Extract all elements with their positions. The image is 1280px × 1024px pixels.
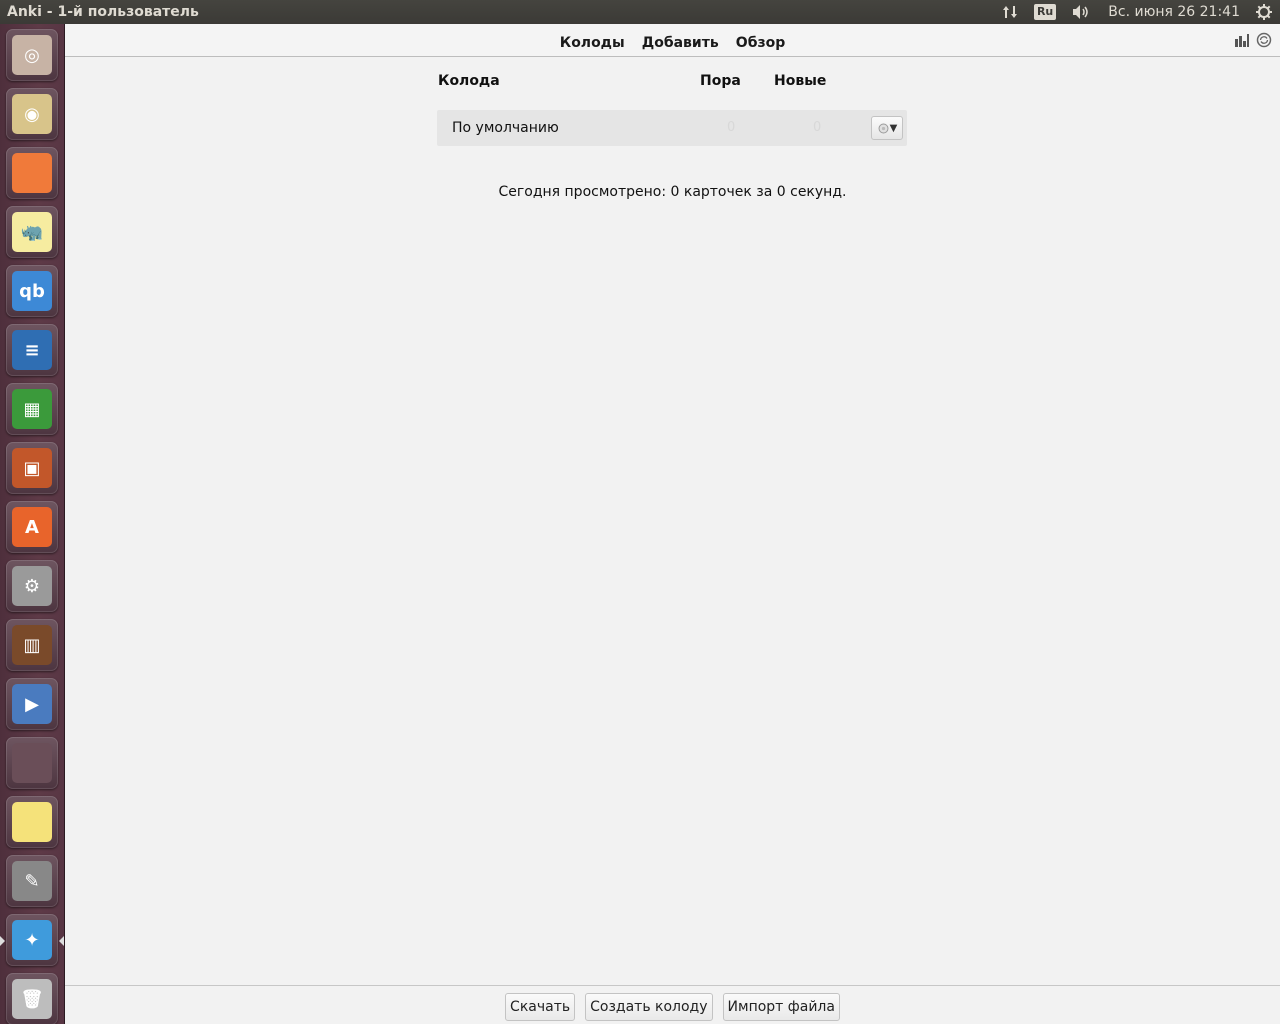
libreoffice-calc-icon[interactable]: ▦ bbox=[6, 383, 58, 435]
keyboard-layout-icon[interactable]: Ru bbox=[1026, 0, 1064, 24]
libreoffice-impress-icon[interactable]: ▣ bbox=[6, 442, 58, 494]
files-folder-icon[interactable] bbox=[6, 147, 58, 199]
keyboard-layout-label: Ru bbox=[1033, 4, 1057, 20]
study-stats-text: Сегодня просмотрено: 0 карточек за 0 сек… bbox=[498, 184, 847, 200]
toolbar-browse-link[interactable]: Обзор bbox=[736, 35, 785, 51]
toolbar-right bbox=[1234, 32, 1272, 48]
system-tray: Ru Вс. июня 26 21:41 bbox=[994, 0, 1280, 24]
anki-star-icon[interactable]: ✦ bbox=[6, 914, 58, 966]
deck-name[interactable]: По умолчанию bbox=[452, 120, 559, 136]
window-title: Anki - 1-й пользователь bbox=[7, 4, 199, 20]
clock[interactable]: Вс. июня 26 21:41 bbox=[1100, 0, 1248, 24]
toolbar-decks-link[interactable]: Колоды bbox=[560, 35, 625, 51]
software-center-icon[interactable]: A bbox=[6, 501, 58, 553]
sticky-notes-icon[interactable] bbox=[6, 796, 58, 848]
active-indicator-left bbox=[0, 936, 5, 946]
column-header-deck: Колода bbox=[438, 73, 500, 89]
blank-app-icon-glyph bbox=[12, 743, 52, 783]
trash-icon-glyph: 🗑 bbox=[12, 979, 52, 1019]
gimp-icon[interactable]: ✎ bbox=[6, 855, 58, 907]
top-panel: Anki - 1-й пользователь Ru Вс. июня 26 2… bbox=[0, 0, 1280, 24]
volume-icon[interactable] bbox=[1064, 0, 1100, 24]
files-folder-icon-glyph bbox=[12, 153, 52, 193]
sticky-notes-icon-glyph bbox=[12, 802, 52, 842]
bottom-buttons: Скачать Создать колоду Импорт файла bbox=[65, 993, 1280, 1021]
stats-icon[interactable] bbox=[1234, 32, 1250, 48]
ubuntu-dash-icon-glyph: ◎ bbox=[12, 35, 52, 75]
qbittorrent-icon[interactable]: qb bbox=[6, 265, 58, 317]
anki-window: Колоды Добавить Обзор Колода Пора Новые … bbox=[65, 24, 1280, 1024]
libreoffice-calc-icon-glyph: ▦ bbox=[12, 389, 52, 429]
video-player-icon[interactable]: ▶ bbox=[6, 678, 58, 730]
gimp-icon-glyph: ✎ bbox=[12, 861, 52, 901]
libreoffice-writer-icon-glyph: ≡ bbox=[12, 330, 52, 370]
ubuntu-dash-icon[interactable]: ◎ bbox=[6, 29, 58, 81]
chevron-down-icon: ▼ bbox=[889, 122, 898, 134]
sticky-rhino-icon-glyph: 🦏 bbox=[12, 212, 52, 252]
anki-star-icon-glyph: ✦ bbox=[12, 920, 52, 960]
library-books-icon[interactable]: ▥ bbox=[6, 619, 58, 671]
video-player-icon-glyph: ▶ bbox=[12, 684, 52, 724]
download-button[interactable]: Скачать bbox=[505, 993, 576, 1021]
system-settings-icon-glyph: ⚙ bbox=[12, 566, 52, 606]
import-file-button[interactable]: Импорт файла bbox=[722, 993, 840, 1021]
toolbar-links: Колоды Добавить Обзор bbox=[65, 32, 1280, 51]
bottom-bar: Скачать Создать колоду Импорт файла bbox=[65, 985, 1280, 1024]
rhythmbox-speaker-icon-glyph: ◉ bbox=[12, 94, 52, 134]
column-header-new: Новые bbox=[774, 73, 827, 89]
power-gear-icon[interactable] bbox=[1248, 0, 1280, 24]
trash-icon[interactable]: 🗑 bbox=[6, 973, 58, 1024]
top-toolbar: Колоды Добавить Обзор bbox=[65, 24, 1280, 57]
deck-options-button[interactable]: ▼ bbox=[871, 116, 903, 140]
library-books-icon-glyph: ▥ bbox=[12, 625, 52, 665]
system-settings-icon[interactable]: ⚙ bbox=[6, 560, 58, 612]
gear-icon bbox=[878, 123, 889, 133]
rhythmbox-speaker-icon[interactable]: ◉ bbox=[6, 88, 58, 140]
blank-app-icon[interactable] bbox=[6, 737, 58, 789]
launcher: ◎ ◉ 🦏 qb ≡ ▦ ▣ A ⚙ ▥ ▶ ✎ ✦ 🗑 bbox=[0, 24, 65, 1024]
network-updown-icon[interactable] bbox=[994, 0, 1026, 24]
deck-new-count: 0 bbox=[813, 120, 822, 135]
deck-row[interactable]: По умолчанию 0 0 ▼ bbox=[437, 110, 907, 146]
libreoffice-writer-icon[interactable]: ≡ bbox=[6, 324, 58, 376]
create-deck-button[interactable]: Создать колоду bbox=[585, 993, 713, 1021]
sticky-rhino-icon[interactable]: 🦏 bbox=[6, 206, 58, 258]
toolbar-add-link[interactable]: Добавить bbox=[642, 35, 719, 51]
libreoffice-impress-icon-glyph: ▣ bbox=[12, 448, 52, 488]
column-header-due: Пора bbox=[700, 73, 741, 89]
software-center-icon-glyph: A bbox=[12, 507, 52, 547]
active-indicator-right bbox=[59, 936, 64, 946]
deck-due-count: 0 bbox=[727, 120, 736, 135]
qbittorrent-icon-glyph: qb bbox=[12, 271, 52, 311]
sync-icon[interactable] bbox=[1256, 32, 1272, 48]
